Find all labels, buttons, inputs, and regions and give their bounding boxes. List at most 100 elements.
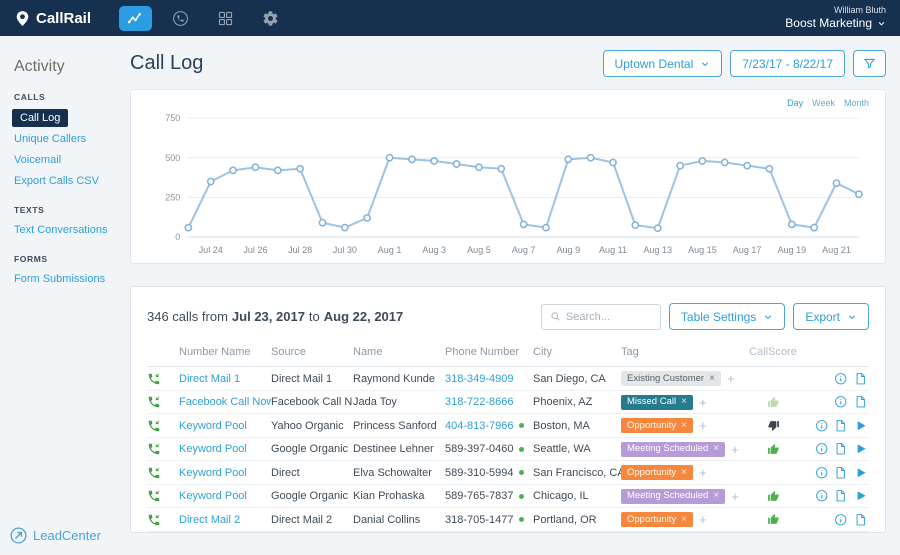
sidebar-sections: CALLS Call Log Unique Callers Voicemail Expo… xyxy=(12,92,118,288)
add-tag-button[interactable]: + xyxy=(731,489,739,504)
svg-text:250: 250 xyxy=(165,192,180,202)
chevron-down-icon xyxy=(877,19,886,28)
play-recording-button[interactable] xyxy=(854,419,868,433)
export-button[interactable]: Export xyxy=(793,303,869,331)
number-name-link[interactable]: Keyword Pool xyxy=(179,420,247,432)
calls-chart-card: Day Week Month 0 250 500 750 Jul 24 Jul 26 Jul 2… xyxy=(130,89,886,265)
number-name-link[interactable]: Direct Mail 1 xyxy=(179,373,240,385)
chevron-down-icon xyxy=(763,312,773,322)
filter-button[interactable] xyxy=(853,50,886,77)
filter-icon xyxy=(863,57,876,70)
callscore-thumb-down-icon[interactable] xyxy=(767,419,780,432)
call-summary-icon[interactable] xyxy=(854,395,868,409)
call-details-icon[interactable] xyxy=(834,372,848,386)
phone-number-link[interactable]: 404-813-7966 xyxy=(445,420,514,432)
call-details-icon[interactable] xyxy=(815,466,829,480)
svg-text:Aug 3: Aug 3 xyxy=(422,245,446,255)
tag-remove-icon[interactable]: × xyxy=(681,397,687,407)
add-tag-button[interactable]: + xyxy=(731,442,739,457)
add-tag-button[interactable]: + xyxy=(699,465,707,480)
source-cell: Yahoo Organic xyxy=(271,419,344,432)
table-header-row: Number Name Source Name Phone Number City Tag… xyxy=(147,346,869,368)
call-summary-icon[interactable] xyxy=(834,419,848,433)
sidebar-item-export-calls-csv[interactable]: Export Calls CSV xyxy=(14,172,118,190)
export-label: Export xyxy=(805,309,840,324)
phone-number-link[interactable]: 318-349-4909 xyxy=(445,373,514,385)
callrail-logo[interactable]: CallRail xyxy=(14,10,91,27)
sidebar-section-header: FORMS xyxy=(14,254,48,264)
call-summary-icon[interactable] xyxy=(854,513,868,527)
callscore-thumb-up-icon[interactable] xyxy=(767,513,780,526)
nav-settings-gear-button[interactable] xyxy=(254,6,287,31)
sidebar-item-text-conversations[interactable]: Text Conversations xyxy=(14,221,118,239)
sidebar-item-call-log[interactable]: Call Log xyxy=(12,109,69,127)
play-recording-button[interactable] xyxy=(854,489,868,503)
play-recording-button[interactable] xyxy=(854,466,868,480)
status-dot xyxy=(518,446,524,452)
analytics-icon xyxy=(127,10,144,27)
granularity-week[interactable]: Week xyxy=(812,98,835,108)
tag-remove-icon[interactable]: × xyxy=(681,467,687,478)
leadcenter-logo[interactable]: LeadCenter xyxy=(9,526,101,545)
callscore-thumb-up-icon[interactable] xyxy=(767,443,780,456)
call-details-icon[interactable] xyxy=(834,395,848,409)
page-title: Call Log xyxy=(130,52,204,74)
leadcenter-icon xyxy=(9,526,28,545)
status-dot xyxy=(518,423,524,429)
call-summary-icon[interactable] xyxy=(834,489,848,503)
call-details-icon[interactable] xyxy=(815,419,829,433)
tag-remove-icon[interactable]: × xyxy=(709,373,715,384)
number-name-link[interactable]: Facebook Call Now xyxy=(179,396,271,408)
sidebar-item-unique-callers[interactable]: Unique Callers xyxy=(14,130,118,148)
add-tag-button[interactable]: + xyxy=(727,371,735,386)
callscore-cell xyxy=(749,396,801,409)
table-settings-button[interactable]: Table Settings xyxy=(668,303,786,331)
actions-cell xyxy=(801,419,869,433)
call-summary-icon[interactable] xyxy=(854,372,868,386)
inbound-call-icon xyxy=(147,466,175,480)
tag-remove-icon[interactable]: × xyxy=(681,420,687,431)
chevron-down-icon xyxy=(700,59,710,69)
inbound-call-icon xyxy=(147,513,175,527)
callscore-thumb-up-icon[interactable] xyxy=(767,490,780,503)
play-recording-button[interactable] xyxy=(854,442,868,456)
number-name-link[interactable]: Direct Mail 2 xyxy=(179,514,240,526)
sidebar-item-voicemail[interactable]: Voicemail xyxy=(14,151,118,169)
user-name: William Bluth xyxy=(833,4,886,15)
sidebar-item-form-submissions[interactable]: Form Submissions xyxy=(14,270,118,288)
city-cell: San Francisco, CA xyxy=(533,466,621,479)
tag-remove-icon[interactable]: × xyxy=(681,514,687,525)
tag-badge: Meeting Scheduled × xyxy=(621,488,726,504)
callscore-thumb-up-icon[interactable] xyxy=(767,396,780,409)
tag-remove-icon[interactable]: × xyxy=(713,491,719,501)
phone-number-link[interactable]: 318-722-8666 xyxy=(445,396,514,408)
call-details-icon[interactable] xyxy=(815,442,829,456)
call-summary-icon[interactable] xyxy=(834,466,848,480)
granularity-month[interactable]: Month xyxy=(844,98,869,108)
call-summary-icon[interactable] xyxy=(834,442,848,456)
granularity-day[interactable]: Day xyxy=(787,98,803,108)
caller-name-cell: Jada Toy xyxy=(353,396,397,408)
nav-phone-button[interactable] xyxy=(164,6,197,31)
number-name-link[interactable]: Keyword Pool xyxy=(179,467,247,479)
nav-analytics-button[interactable] xyxy=(119,5,153,31)
add-tag-button[interactable]: + xyxy=(699,512,707,527)
tag-remove-icon[interactable]: × xyxy=(713,444,719,454)
add-tag-button[interactable]: + xyxy=(699,395,707,410)
number-name-link[interactable]: Keyword Pool xyxy=(179,443,247,455)
status-dot xyxy=(518,517,524,523)
nav-integrations-button[interactable] xyxy=(209,6,242,31)
call-details-icon[interactable] xyxy=(815,489,829,503)
company-selector-button[interactable]: Uptown Dental xyxy=(602,50,723,77)
caller-name-cell: Destinee Lehner xyxy=(353,443,434,455)
call-details-icon[interactable] xyxy=(834,513,848,527)
number-name-link[interactable]: Keyword Pool xyxy=(179,490,247,502)
add-tag-button[interactable]: + xyxy=(699,418,707,433)
svg-text:Aug 9: Aug 9 xyxy=(556,245,580,255)
search-input[interactable] xyxy=(565,310,652,323)
date-range-button[interactable]: 7/23/17 - 8/22/17 xyxy=(730,50,845,77)
table-row: Keyword Pool Yahoo Organic Princess Sanfor… xyxy=(147,414,869,438)
account-menu[interactable]: William Bluth Boost Marketing xyxy=(785,5,886,31)
svg-text:Jul 30: Jul 30 xyxy=(333,245,357,255)
callrail-logo-icon xyxy=(14,10,31,27)
